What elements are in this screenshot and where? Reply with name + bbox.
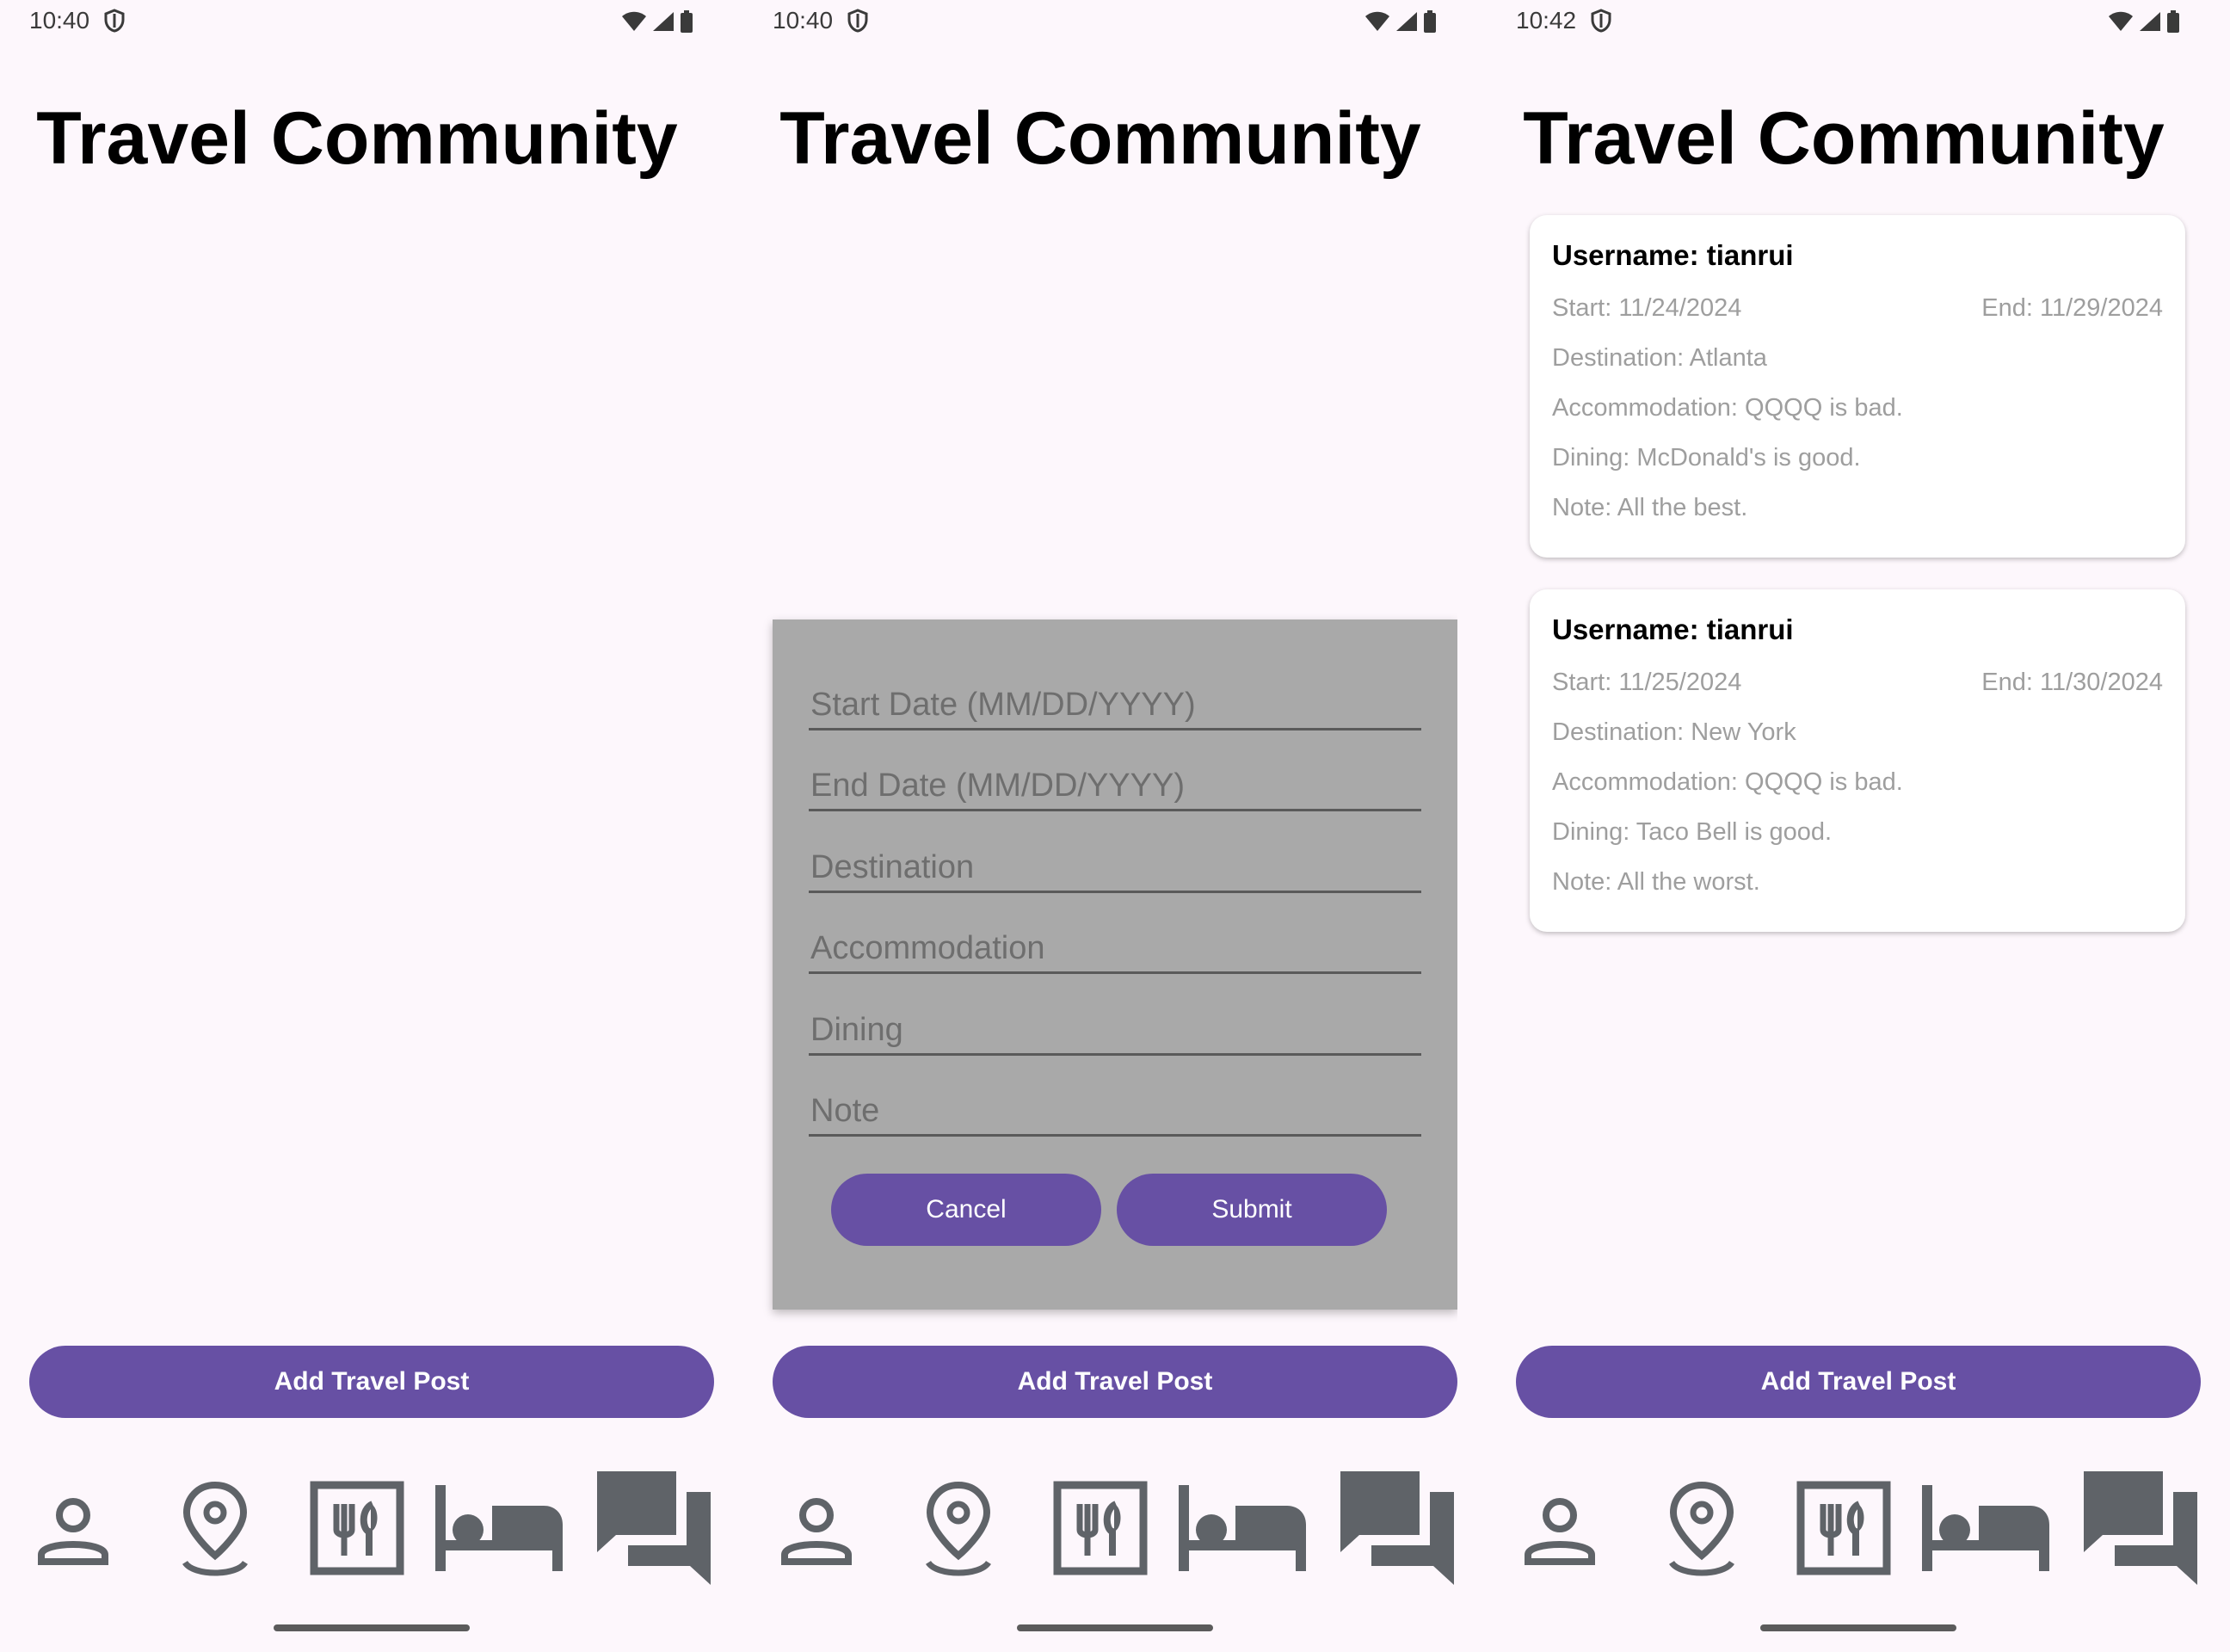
hotel-bed-icon [1179,1485,1306,1571]
nav-forum[interactable] [2080,1459,2201,1597]
profile-icon [38,1498,108,1565]
post-note: Note: All the worst. [1552,868,1760,896]
accommodation-input[interactable] [809,929,1425,968]
screen-empty: 10:40 Travel Community Add Travel Post [0,0,714,1652]
nav-profile[interactable] [1504,1459,1616,1597]
status-bar: 10:42 [1487,0,2201,43]
add-travel-post-button[interactable]: Add Travel Post [773,1346,1457,1418]
home-indicator[interactable] [1760,1624,1956,1631]
nav-location[interactable] [898,1459,1019,1597]
wifi-icon [1365,11,1389,31]
dining-input[interactable] [809,1011,1425,1050]
page-title: Travel Community [36,97,678,180]
shield-icon [847,9,868,33]
start-date-field[interactable] [809,668,1425,730]
post-note: Note: All the best. [1552,494,1748,521]
end-date-field[interactable] [809,749,1425,811]
nav-location[interactable] [155,1459,275,1597]
bottom-nav [743,1459,1457,1597]
nav-forum[interactable] [594,1459,714,1597]
destination-field[interactable] [809,830,1425,893]
bottom-nav [0,1459,714,1597]
bottom-nav [1487,1459,2201,1597]
post-start-date: Start: 11/24/2024 [1552,294,1742,322]
status-bar: 10:40 [0,0,714,43]
add-post-dialog: Cancel Submit [773,620,1457,1310]
location-pin-icon [1669,1481,1734,1576]
signal-icon [1396,12,1417,31]
hotel-bed-icon [1922,1485,2049,1571]
nav-profile[interactable] [17,1459,129,1597]
nav-dining[interactable] [1779,1459,1908,1597]
post-accommodation: Accommodation: QQQQ is bad. [1552,394,1903,422]
restaurant-icon [1053,1481,1148,1575]
add-travel-post-button[interactable]: Add Travel Post [29,1346,714,1418]
location-pin-icon [182,1481,248,1576]
profile-icon [1525,1498,1595,1565]
signal-icon [2140,12,2160,31]
hotel-bed-icon [435,1485,563,1571]
note-field[interactable] [809,1074,1425,1137]
travel-post-card[interactable]: Username: tianrui Start: 11/25/2024 End:… [1530,589,2185,932]
submit-button[interactable]: Submit [1117,1174,1387,1246]
page-title: Travel Community [779,97,1421,180]
start-date-input[interactable] [809,686,1425,724]
nav-accommodation[interactable] [1917,1459,2054,1597]
wifi-icon [2109,11,2133,31]
post-username: Username: tianrui [1552,239,1794,271]
battery-icon [2167,10,2179,33]
status-time: 10:40 [773,7,834,34]
shield-icon [1591,9,1611,33]
screen-add-dialog: 10:40 Travel Community Cancel Submit Ad [743,0,1457,1652]
post-username: Username: tianrui [1552,613,1794,645]
battery-icon [1424,10,1436,33]
add-travel-post-button[interactable]: Add Travel Post [1516,1346,2201,1418]
post-destination: Destination: Atlanta [1552,344,1767,372]
home-indicator[interactable] [1017,1624,1213,1631]
nav-profile[interactable] [761,1459,872,1597]
travel-post-card[interactable]: Username: tianrui Start: 11/24/2024 End:… [1530,215,2185,558]
end-date-input[interactable] [809,767,1425,805]
shield-icon [104,9,125,33]
post-start-date: Start: 11/25/2024 [1552,669,1742,696]
nav-dining[interactable] [293,1459,422,1597]
nav-accommodation[interactable] [1174,1459,1311,1597]
status-time: 10:40 [29,7,90,34]
post-accommodation: Accommodation: QQQQ is bad. [1552,768,1903,796]
home-indicator[interactable] [274,1624,470,1631]
forum-icon [2084,1471,2197,1585]
dining-field[interactable] [809,993,1425,1056]
location-pin-icon [926,1481,991,1576]
wifi-icon [622,11,646,31]
post-destination: Destination: New York [1552,718,1796,746]
status-bar: 10:40 [743,0,1457,43]
profile-icon [781,1498,852,1565]
nav-forum[interactable] [1337,1459,1457,1597]
restaurant-icon [1796,1481,1891,1575]
post-end-date: End: 11/29/2024 [1981,294,2163,322]
nav-dining[interactable] [1036,1459,1165,1597]
nav-location[interactable] [1642,1459,1762,1597]
post-end-date: End: 11/30/2024 [1981,669,2163,696]
note-input[interactable] [809,1092,1425,1131]
accommodation-field[interactable] [809,911,1425,974]
page-title: Travel Community [1523,97,2165,180]
forum-icon [597,1471,711,1585]
screen-posts: 10:42 Travel Community Username: tianrui… [1487,0,2201,1652]
destination-input[interactable] [809,848,1425,887]
forum-icon [1340,1471,1454,1585]
nav-accommodation[interactable] [430,1459,568,1597]
status-time: 10:42 [1516,7,1577,34]
post-dining: Dining: Taco Bell is good. [1552,818,1833,846]
cancel-button[interactable]: Cancel [831,1174,1101,1246]
battery-icon [681,10,693,33]
signal-icon [653,12,674,31]
post-dining: Dining: McDonald's is good. [1552,444,1861,472]
restaurant-icon [310,1481,404,1575]
